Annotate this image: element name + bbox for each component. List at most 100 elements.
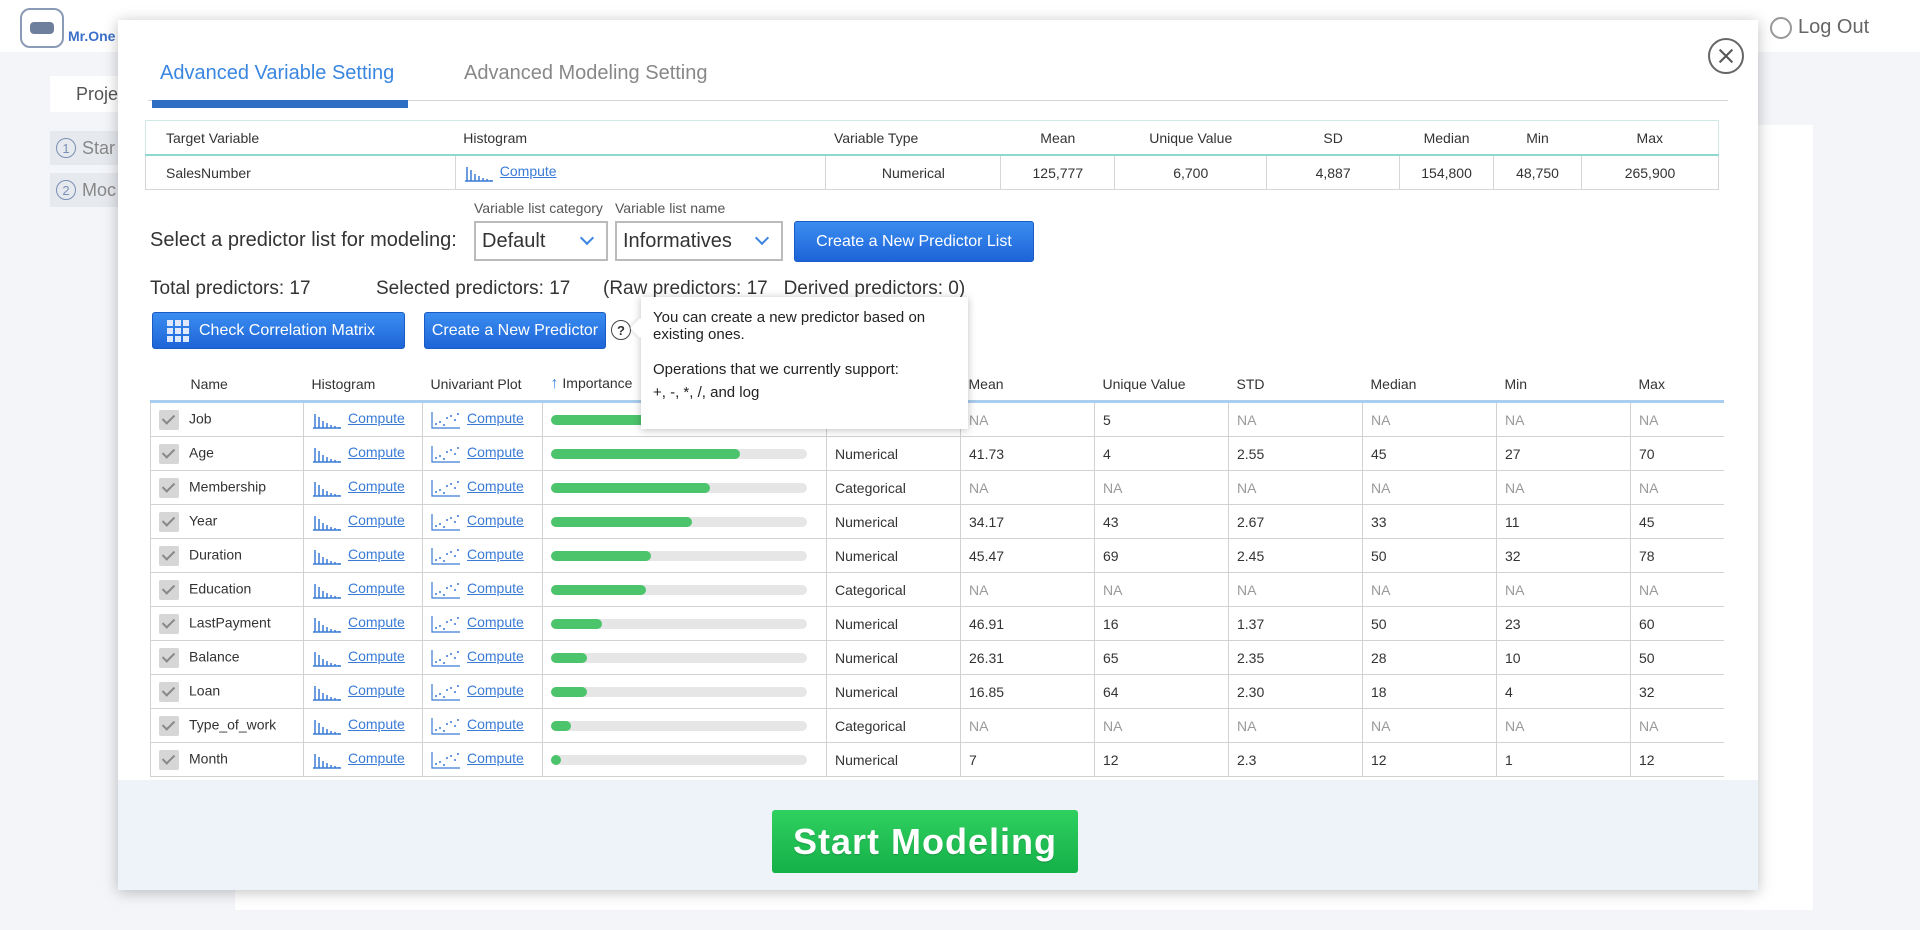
table-row: Year Compute Compute Numerical 34.17 43 2.67 33… [150, 504, 1724, 539]
predictor-table-container[interactable]: Name Histogram Univariant Plot ↑ Importa… [150, 368, 1724, 780]
scatter-plot-icon [431, 717, 460, 735]
cell-unique: 5 [1094, 401, 1229, 437]
checkbox[interactable] [159, 613, 179, 634]
checkbox[interactable] [159, 579, 179, 600]
importance-cell [542, 504, 827, 539]
header-min[interactable]: Min [1496, 368, 1631, 403]
scatter-plot-icon [431, 479, 460, 497]
cell-type: Numerical [826, 538, 961, 573]
histogram-compute-link[interactable]: Compute [348, 648, 405, 664]
univariant-compute-link[interactable]: Compute [467, 410, 524, 426]
histogram-compute-link[interactable]: Compute [348, 546, 405, 562]
cell-std: NA [1228, 572, 1363, 607]
cell-median: 50 [1362, 606, 1497, 641]
importance-fill [551, 652, 587, 663]
cell-max: NA [1630, 572, 1724, 607]
predictor-list-label: Select a predictor list for modeling: [150, 229, 457, 251]
importance-cell [542, 674, 827, 709]
univariant-compute-link[interactable]: Compute [467, 546, 524, 562]
univariant-compute-link[interactable]: Compute [467, 478, 524, 494]
histogram-compute-link[interactable]: Compute [348, 444, 405, 460]
tab-advanced-variable-setting[interactable]: Advanced Variable Setting [151, 62, 409, 108]
cell-max: 60 [1630, 606, 1724, 641]
grid-icon [167, 319, 189, 342]
category-dropdown[interactable]: Default [474, 221, 608, 261]
cell-mean: NA [960, 708, 1095, 743]
univariant-compute-link[interactable]: Compute [467, 648, 524, 664]
importance-fill [551, 584, 646, 595]
cell-unique: NA [1094, 572, 1229, 607]
histogram-compute-link[interactable]: Compute [348, 682, 405, 698]
tab-advanced-modeling-setting[interactable]: Advanced Modeling Setting [464, 62, 708, 100]
brand-name: Mr.One [68, 28, 116, 44]
histogram-icon [313, 515, 341, 531]
cell-min: 1 [1496, 742, 1631, 777]
header-univariant-plot[interactable]: Univariant Plot [422, 368, 543, 403]
header-unique-value[interactable]: Unique Value [1094, 368, 1229, 403]
histogram-compute-link[interactable]: Compute [348, 716, 405, 732]
name-cell: Month [150, 742, 304, 777]
cell-std: 1.37 [1228, 606, 1363, 641]
cell-min: NA [1496, 572, 1631, 607]
cell-max: NA [1630, 708, 1724, 743]
histogram-compute-link[interactable]: Compute [348, 410, 405, 426]
header-histogram[interactable]: Histogram [303, 368, 423, 403]
checkbox[interactable] [159, 545, 179, 566]
univariant-compute-link[interactable]: Compute [467, 580, 524, 596]
target-histogram-compute-link[interactable]: Compute [500, 163, 557, 179]
checkbox[interactable] [159, 749, 179, 770]
importance-fill [551, 448, 741, 459]
checkbox[interactable] [159, 511, 179, 532]
table-row: Type_of_work Compute Compute Categorical NA N… [150, 708, 1724, 743]
cell-median: 12 [1362, 742, 1497, 777]
univariant-cell: Compute [422, 436, 543, 471]
checkbox[interactable] [159, 409, 179, 430]
predictor-name: Loan [189, 682, 221, 699]
importance-bar [551, 754, 807, 765]
header-std[interactable]: STD [1228, 368, 1363, 403]
univariant-compute-link[interactable]: Compute [467, 614, 524, 630]
help-icon[interactable]: ? [611, 320, 631, 340]
cell-std: NA [1228, 708, 1363, 743]
step-start[interactable]: 1 Star [50, 131, 120, 165]
scatter-plot-icon [431, 411, 460, 429]
step-label: Moc [82, 179, 117, 200]
univariant-compute-link[interactable]: Compute [467, 512, 524, 528]
checkbox[interactable] [159, 477, 179, 498]
univariant-cell: Compute [422, 708, 543, 743]
create-new-predictor-button[interactable]: Create a New Predictor [424, 312, 606, 349]
chevron-down-icon [579, 230, 595, 246]
list-name-dropdown[interactable]: Informatives [615, 221, 783, 261]
histogram-cell: Compute [303, 436, 423, 471]
header-target-variable: Target Variable [166, 129, 260, 146]
logout-button[interactable]: Log Out [1770, 16, 1869, 39]
start-modeling-button[interactable]: Start Modeling [772, 810, 1078, 873]
univariant-compute-link[interactable]: Compute [467, 682, 524, 698]
step-modeling[interactable]: 2 Moc [50, 173, 120, 207]
histogram-compute-link[interactable]: Compute [348, 750, 405, 766]
univariant-compute-link[interactable]: Compute [467, 750, 524, 766]
checkbox[interactable] [159, 681, 179, 702]
univariant-compute-link[interactable]: Compute [467, 444, 524, 460]
scatter-plot-icon [431, 513, 460, 531]
histogram-compute-link[interactable]: Compute [348, 580, 405, 596]
create-predictor-list-button[interactable]: Create a New Predictor List [794, 221, 1034, 262]
checkbox[interactable] [159, 647, 179, 668]
header-sd: SD [1323, 129, 1343, 146]
univariant-compute-link[interactable]: Compute [467, 716, 524, 732]
univariant-cell: Compute [422, 606, 543, 641]
header-name[interactable]: Name [150, 368, 304, 403]
histogram-icon [313, 583, 341, 599]
histogram-compute-link[interactable]: Compute [348, 614, 405, 630]
checkbox[interactable] [159, 443, 179, 464]
header-mean[interactable]: Mean [960, 368, 1095, 403]
importance-bar [551, 516, 807, 527]
header-median[interactable]: Median [1362, 368, 1497, 403]
histogram-compute-link[interactable]: Compute [348, 512, 405, 528]
predictor-name: LastPayment [189, 614, 271, 631]
cell-type: Numerical [826, 640, 961, 675]
checkbox[interactable] [159, 715, 179, 736]
header-max[interactable]: Max [1630, 368, 1724, 403]
histogram-compute-link[interactable]: Compute [348, 478, 405, 494]
check-correlation-matrix-button[interactable]: Check Correlation Matrix [152, 312, 405, 349]
